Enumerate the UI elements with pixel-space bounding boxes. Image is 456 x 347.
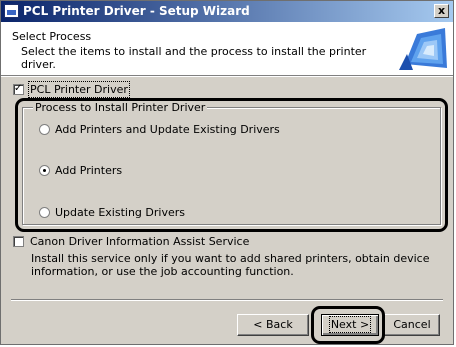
window-title: PCL Printer Driver - Setup Wizard — [23, 4, 250, 18]
back-button[interactable]: < Back — [237, 314, 309, 336]
setup-app-icon — [4, 4, 19, 18]
cancel-button[interactable]: Cancel — [384, 314, 440, 336]
wizard-header: Select Process Select the items to insta… — [1, 22, 453, 75]
cancel-button-label: Cancel — [393, 318, 431, 331]
pcl-printer-driver-checkbox[interactable]: ✓ — [13, 83, 24, 95]
group-highlight-outline — [15, 98, 448, 232]
canon-assist-service-label[interactable]: Canon Driver Information Assist Service — [30, 235, 249, 248]
pcl-printer-driver-label[interactable]: PCL Printer Driver — [28, 81, 130, 98]
back-button-label: < Back — [253, 318, 293, 331]
setup-wizard-window: PCL Printer Driver - Setup Wizard x Sele… — [0, 0, 454, 345]
header-separator — [1, 75, 453, 77]
footer-separator — [11, 299, 443, 301]
close-button[interactable]: x — [434, 4, 449, 18]
next-button-highlight-outline — [311, 306, 385, 344]
header-title: Select Process — [12, 30, 92, 43]
canon-assist-service-checkbox[interactable] — [13, 236, 24, 247]
checkmark-icon: ✓ — [14, 83, 23, 94]
canon-assist-service-info: Install this service only if you want to… — [31, 252, 430, 278]
title-bar: PCL Printer Driver - Setup Wizard x — [1, 1, 453, 22]
header-description: Select the items to install and the proc… — [21, 45, 367, 71]
printer-wizard-graphic — [397, 24, 449, 72]
